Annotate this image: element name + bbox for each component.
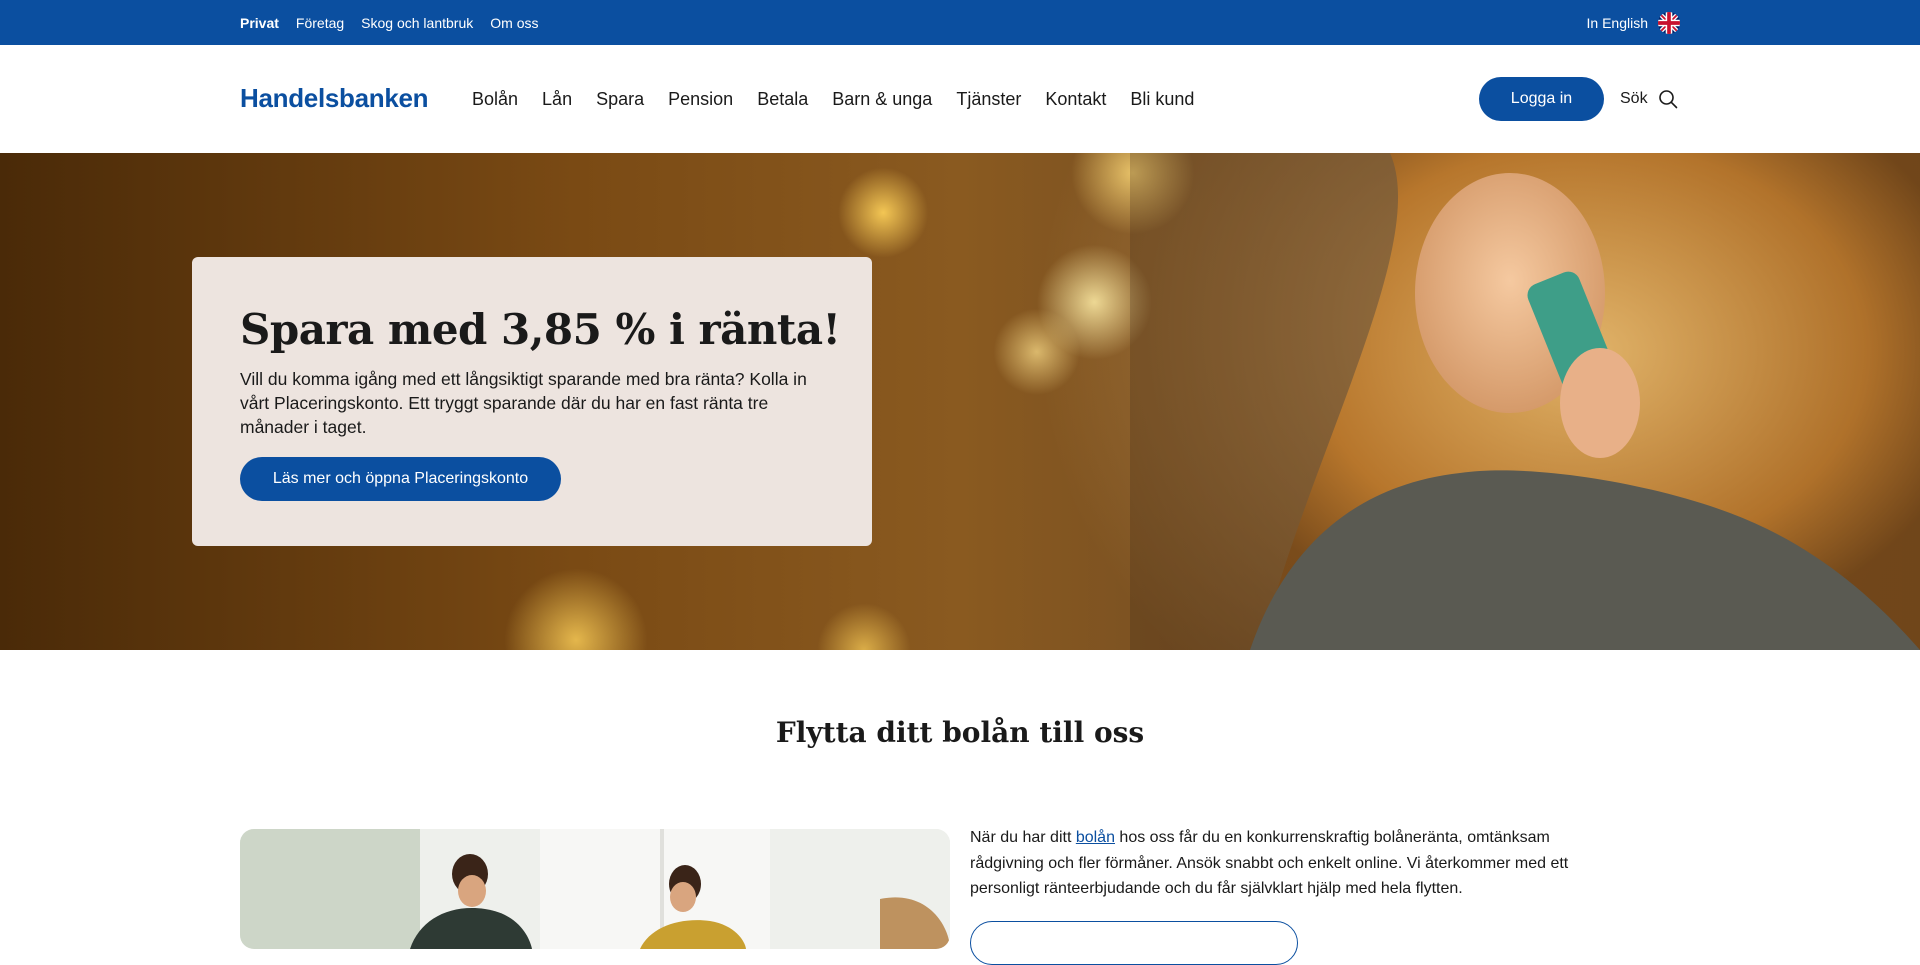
nav-item-betala[interactable]: Betala [757,89,808,110]
segment-nav: Privat Företag Skog och lantbruk Om oss [240,0,538,45]
section-text-intro: När du har ditt [970,829,1076,846]
nav-item-pension[interactable]: Pension [668,89,733,110]
search-label: Sök [1620,90,1648,107]
nav-item-bli-kund[interactable]: Bli kund [1130,89,1194,110]
language-switch[interactable]: In English [1587,0,1680,45]
nav-item-barn-unga[interactable]: Barn & unga [832,89,932,110]
couple-photo [240,829,950,949]
segment-privat[interactable]: Privat [240,15,279,31]
hero-title: Spara med 3,85 % i ränta! [240,305,841,354]
main-nav: Bolån Lån Spara Pension Betala Barn & un… [472,45,1218,153]
hero-banner: Spara med 3,85 % i ränta! Vill du komma … [0,153,1920,650]
hero-photo-woman-on-phone [1130,153,1920,650]
hero-body: Vill du komma igång med ett långsiktigt … [240,369,807,437]
nav-item-tjanster[interactable]: Tjänster [956,89,1021,110]
segment-foretag[interactable]: Företag [296,15,344,31]
nav-item-spara[interactable]: Spara [596,89,644,110]
top-utility-bar: Privat Företag Skog och lantbruk Om oss … [0,0,1920,45]
login-button[interactable]: Logga in [1479,77,1604,121]
couple-photo-illustration [240,829,950,949]
segment-om-oss[interactable]: Om oss [490,15,538,31]
apply-mortgage-button[interactable] [970,921,1298,965]
handelsbanken-logo[interactable]: Handelsbanken [240,83,429,114]
uk-flag-icon [1658,11,1680,34]
hero-card: Spara med 3,85 % i ränta! Vill du komma … [192,257,872,546]
bolan-link[interactable]: bolån [1076,829,1115,846]
main-header: Handelsbanken Bolån Lån Spara Pension Be… [0,45,1920,153]
section-text: När du har ditt bolån hos oss får du en … [970,825,1580,902]
segment-skog-och-lantbruk[interactable]: Skog och lantbruk [361,15,473,31]
section-title: Flytta ditt bolån till oss [775,716,1145,749]
open-placeringskonto-button[interactable]: Läs mer och öppna Placeringskonto [240,457,561,501]
nav-item-kontakt[interactable]: Kontakt [1045,89,1106,110]
nav-item-lan[interactable]: Lån [542,89,572,110]
search-icon [1658,90,1677,109]
search-button[interactable]: Sök [1620,77,1678,121]
language-label: In English [1586,14,1648,31]
nav-item-bolan[interactable]: Bolån [472,89,518,110]
